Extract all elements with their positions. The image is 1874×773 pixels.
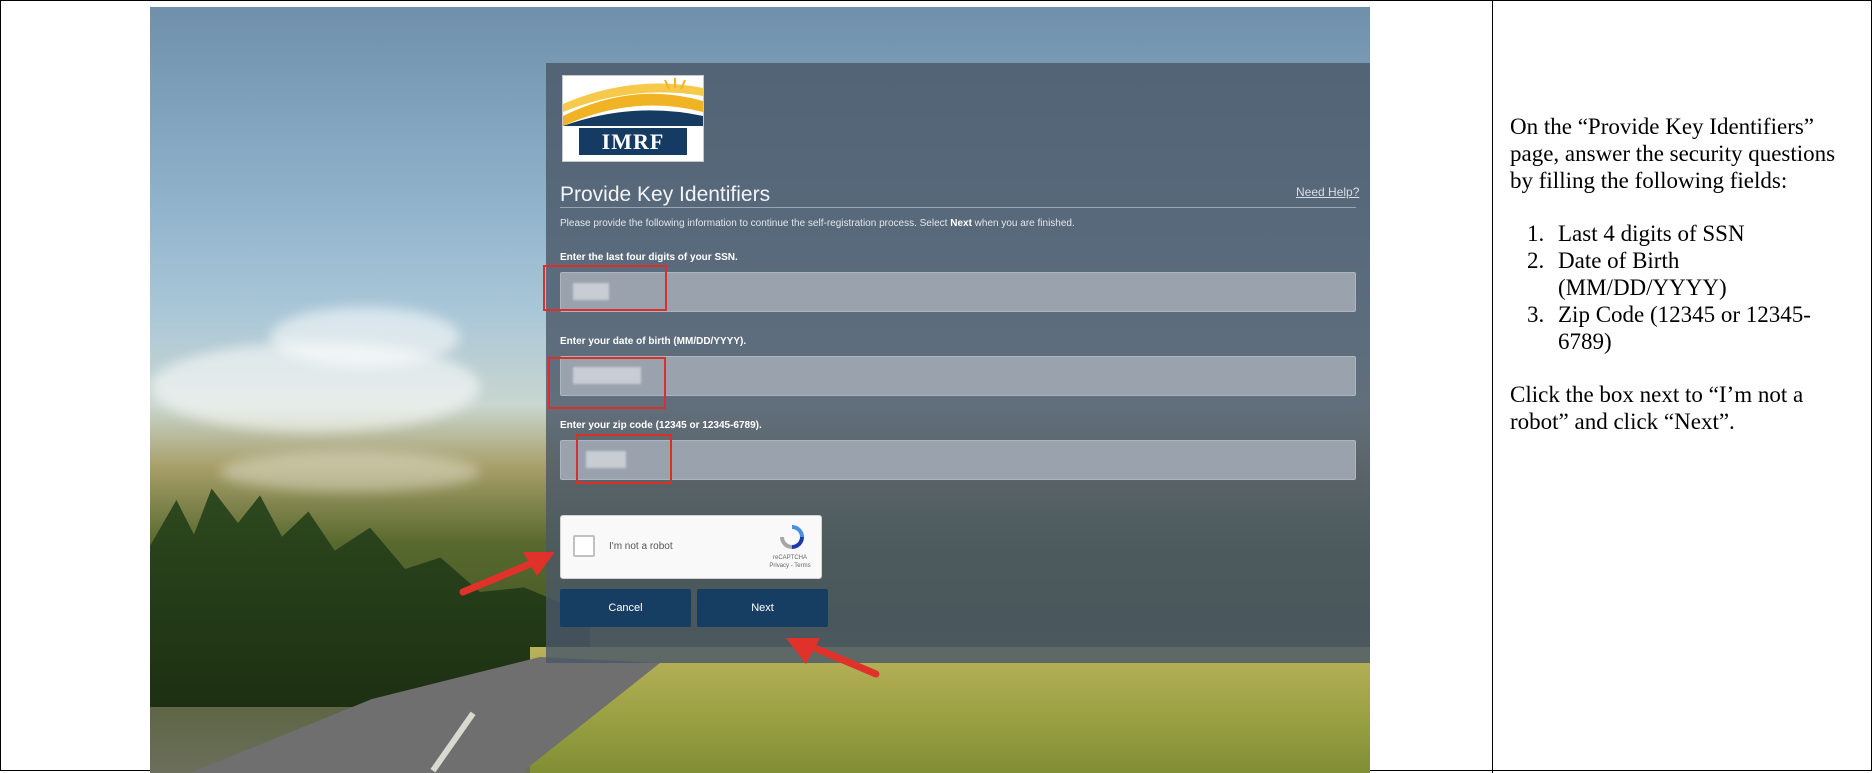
intro-text-suffix: when you are finished. bbox=[971, 218, 1075, 229]
instruction-step: Zip Code (12345 or 12345-6789) bbox=[1550, 301, 1840, 355]
zip-input[interactable] bbox=[560, 440, 1356, 480]
intro-text-bold: Next bbox=[950, 218, 972, 229]
logo-wordmark: IMRF bbox=[579, 128, 687, 155]
imrf-logo: IMRF bbox=[562, 75, 704, 162]
intro-text-prefix: Please provide the following information… bbox=[560, 218, 951, 229]
page-title: Provide Key Identifiers bbox=[560, 183, 771, 206]
zip-highlight-box bbox=[576, 434, 672, 484]
dob-label: Enter your date of birth (MM/DD/YYYY). bbox=[560, 336, 747, 347]
ssn-label: Enter the last four digits of your SSN. bbox=[560, 252, 738, 263]
instructions-intro: On the “Provide Key Identifiers” page, a… bbox=[1510, 114, 1836, 193]
need-help-link[interactable]: Need Help? bbox=[1296, 185, 1359, 199]
ssn-highlight-box bbox=[543, 265, 667, 311]
cancel-button[interactable]: Cancel bbox=[560, 589, 691, 627]
dob-input[interactable] bbox=[560, 356, 1356, 396]
intro-text: Please provide the following information… bbox=[560, 218, 1075, 229]
instructions-outro: Click the box next to “I’m not a robot” … bbox=[1510, 382, 1804, 434]
recaptcha-label: I'm not a robot bbox=[609, 541, 673, 552]
next-button[interactable]: Next bbox=[697, 589, 828, 627]
recaptcha-checkbox[interactable] bbox=[573, 535, 595, 557]
recaptcha-widget: I'm not a robot reCAPTCHA Privacy - Term… bbox=[560, 515, 822, 579]
arrow-to-next-icon bbox=[786, 638, 880, 678]
instructions-panel: On the “Provide Key Identifiers” page, a… bbox=[1510, 113, 1840, 461]
recaptcha-brand-name: reCAPTCHA bbox=[772, 555, 807, 561]
dob-highlight-box bbox=[548, 357, 666, 409]
recaptcha-privacy-terms[interactable]: Privacy - Terms bbox=[757, 562, 823, 570]
table-divider bbox=[1492, 0, 1493, 773]
ssn-input[interactable] bbox=[560, 272, 1356, 312]
zip-label: Enter your zip code (12345 or 12345-6789… bbox=[560, 420, 762, 431]
instructions-steps: Last 4 digits of SSN Date of Birth (MM/D… bbox=[1510, 220, 1840, 355]
arrow-to-captcha-icon bbox=[459, 552, 555, 596]
recaptcha-brand: reCAPTCHA Privacy - Terms bbox=[757, 554, 823, 570]
recaptcha-icon bbox=[780, 525, 804, 549]
instruction-step: Date of Birth (MM/DD/YYYY) bbox=[1550, 247, 1840, 301]
instruction-step: Last 4 digits of SSN bbox=[1550, 220, 1840, 247]
title-divider bbox=[560, 207, 1356, 208]
